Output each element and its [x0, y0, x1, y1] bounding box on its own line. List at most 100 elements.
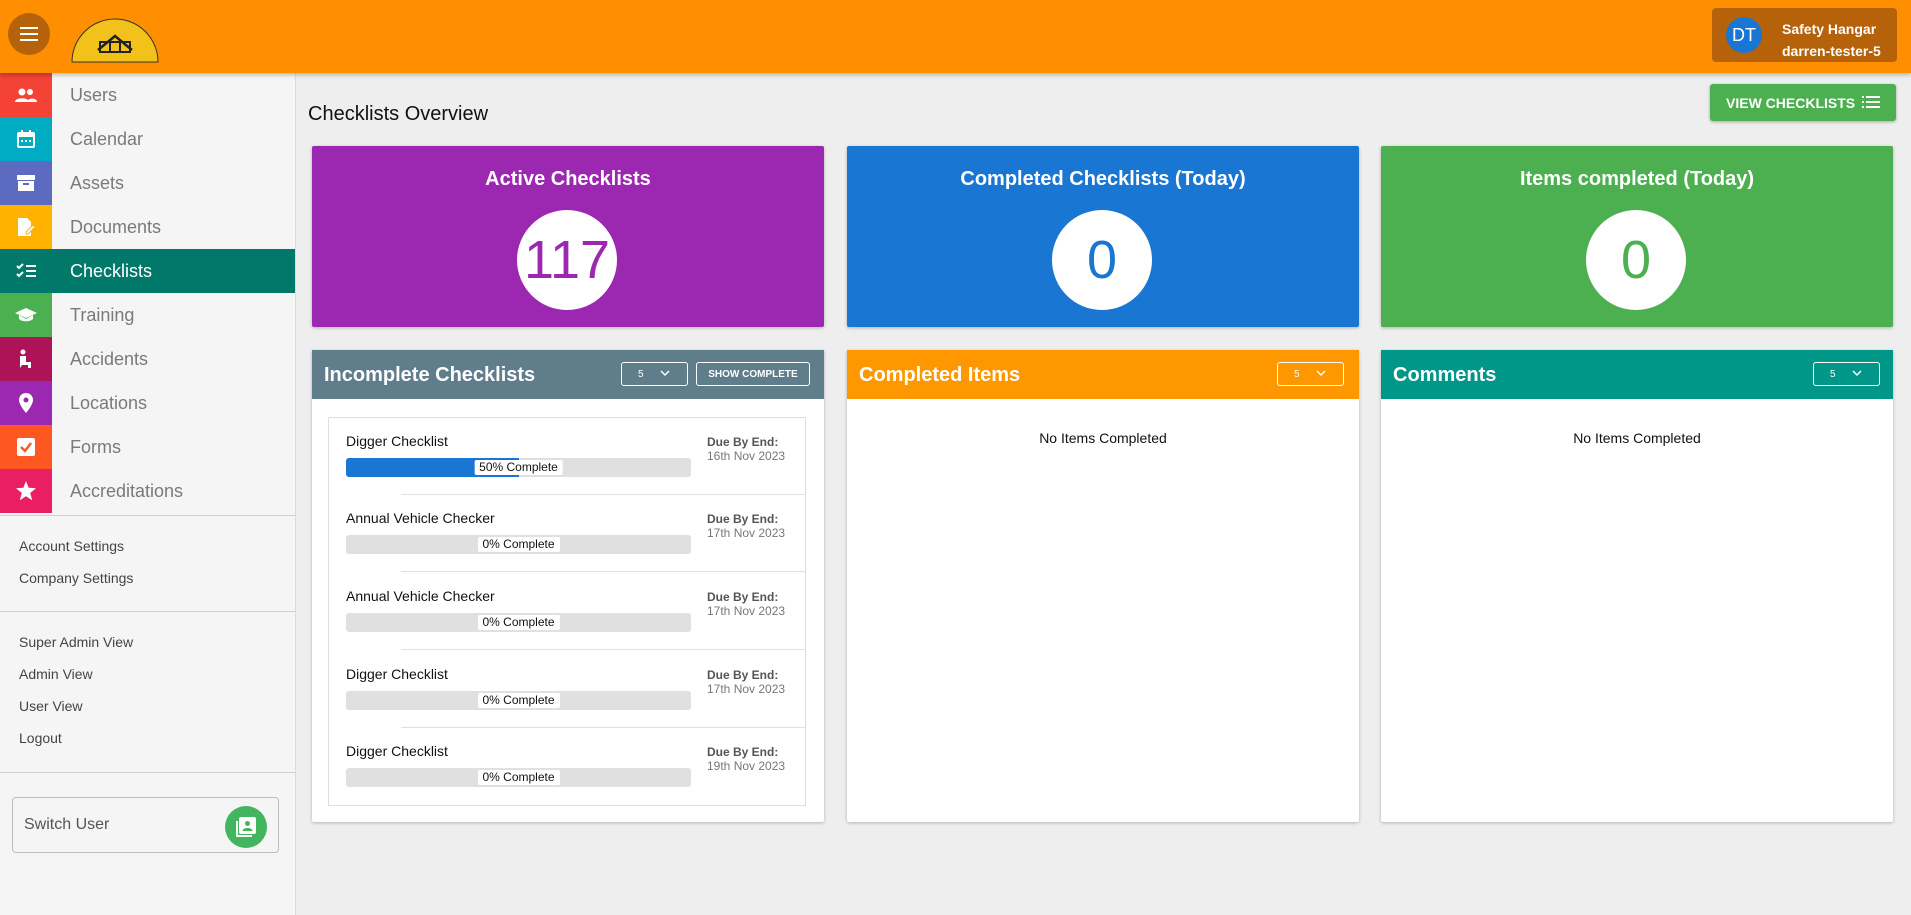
- users-icon: [0, 73, 52, 117]
- panel-header: Completed Items 5: [847, 350, 1359, 399]
- progress-label: 0% Complete: [477, 693, 560, 708]
- progress-bar: 0% Complete: [346, 768, 691, 787]
- sidebar-item-label: Calendar: [70, 128, 144, 149]
- top-app-bar: DT Safety Hangar darren-tester-5: [0, 0, 1911, 73]
- due-label: Due By End:: [707, 668, 779, 682]
- page-size-select[interactable]: 5: [1813, 362, 1880, 386]
- comments-panel: Comments 5 No Items Completed: [1381, 350, 1893, 822]
- checkbox-icon: [0, 425, 52, 469]
- super-admin-view-link[interactable]: Super Admin View: [19, 634, 133, 650]
- star-icon: [0, 469, 52, 513]
- items-completed-today-card: Items completed (Today) 0: [1381, 146, 1893, 327]
- sidebar-item-checklists[interactable]: Checklists: [0, 249, 295, 293]
- avatar: DT: [1726, 17, 1762, 53]
- archive-icon: [0, 161, 52, 205]
- progress-bar: 0% Complete: [346, 535, 691, 554]
- divider: [0, 515, 295, 516]
- sidebar-item-training[interactable]: Training: [0, 293, 295, 337]
- due-label: Due By End:: [707, 435, 779, 449]
- sidebar-item-users[interactable]: Users: [0, 73, 295, 117]
- page-size-value: 5: [1830, 369, 1836, 380]
- sidebar-item-label: Documents: [70, 216, 162, 237]
- switch-user-label: Switch User: [24, 816, 110, 833]
- location-pin-icon: [0, 381, 52, 425]
- panel-header: Comments 5: [1381, 350, 1893, 399]
- switch-user-button[interactable]: [225, 806, 267, 848]
- show-complete-button[interactable]: SHOW COMPLETE: [696, 362, 810, 386]
- company-name: Safety Hangar: [1782, 21, 1877, 37]
- user-view-link[interactable]: User View: [19, 698, 83, 714]
- panel-title: Completed Items: [859, 364, 1021, 386]
- sidebar-item-forms[interactable]: Forms: [0, 425, 295, 469]
- checklist-name: Digger Checklist: [346, 433, 448, 449]
- company-settings-link[interactable]: Company Settings: [19, 570, 133, 586]
- stat-value: 0: [1586, 210, 1686, 310]
- panel-header: Incomplete Checklists 5 SHOW COMPLETE: [312, 350, 824, 399]
- progress-label: 50% Complete: [474, 460, 563, 475]
- injured-person-icon: [0, 337, 52, 381]
- divider: [401, 571, 805, 572]
- stat-title: Completed Checklists (Today): [960, 168, 1246, 190]
- admin-view-link[interactable]: Admin View: [19, 666, 93, 682]
- progress-bar: 0% Complete: [346, 613, 691, 632]
- sidebar-item-label: Locations: [70, 392, 148, 413]
- graduation-cap-icon: [0, 293, 52, 337]
- divider: [401, 649, 805, 650]
- hamburger-icon: [20, 27, 38, 41]
- checklist-name: Annual Vehicle Checker: [346, 588, 495, 604]
- view-checklists-button[interactable]: VIEW CHECKLISTS: [1710, 84, 1896, 121]
- sidebar: Users Calendar Assets Documents Checklis…: [0, 73, 296, 915]
- due-date: 17th Nov 2023: [707, 604, 786, 618]
- account-settings-link[interactable]: Account Settings: [19, 538, 124, 554]
- progress-label: 0% Complete: [477, 537, 560, 552]
- user-menu[interactable]: DT Safety Hangar darren-tester-5: [1712, 8, 1897, 62]
- checklist-icon: [0, 249, 52, 293]
- list-item[interactable]: Digger Checklist 0% Complete Due By End:…: [329, 651, 805, 728]
- divider: [0, 611, 295, 612]
- sidebar-item-documents[interactable]: Documents: [0, 205, 295, 249]
- progress-bar: 50% Complete: [346, 458, 691, 477]
- checklist-list: Digger Checklist 50% Complete Due By End…: [328, 417, 806, 806]
- page-size-select[interactable]: 5: [1277, 362, 1344, 386]
- calendar-icon: [0, 117, 52, 161]
- sidebar-item-accreditations[interactable]: Accreditations: [0, 469, 295, 513]
- list-icon: [1862, 96, 1880, 108]
- due-date: 17th Nov 2023: [707, 682, 786, 696]
- panel-title: Comments: [1393, 364, 1497, 386]
- sidebar-item-label: Training: [70, 304, 135, 325]
- switch-user-field[interactable]: Switch User: [12, 797, 279, 853]
- page-title: Checklists Overview: [308, 103, 489, 125]
- logout-link[interactable]: Logout: [19, 730, 62, 746]
- stat-title: Active Checklists: [485, 168, 651, 190]
- sidebar-item-label: Accidents: [70, 348, 149, 369]
- due-label: Due By End:: [707, 512, 779, 526]
- list-item[interactable]: Annual Vehicle Checker 0% Complete Due B…: [329, 573, 805, 650]
- safety-hangar-logo[interactable]: [70, 6, 160, 64]
- empty-message: No Items Completed: [1039, 430, 1167, 446]
- sidebar-item-locations[interactable]: Locations: [0, 381, 295, 425]
- list-item[interactable]: Digger Checklist 50% Complete Due By End…: [329, 418, 805, 495]
- sidebar-item-label: Assets: [70, 172, 125, 193]
- sidebar-item-assets[interactable]: Assets: [0, 161, 295, 205]
- due-label: Due By End:: [707, 745, 779, 759]
- page-size-select[interactable]: 5: [621, 362, 688, 386]
- sidebar-item-accidents[interactable]: Accidents: [0, 337, 295, 381]
- sidebar-item-label: Users: [70, 84, 118, 105]
- menu-button[interactable]: [8, 13, 50, 55]
- due-label: Due By End:: [707, 590, 779, 604]
- chevron-down-icon: [1852, 370, 1862, 377]
- chevron-down-icon: [660, 370, 670, 377]
- sidebar-item-label: Accreditations: [70, 480, 184, 501]
- sidebar-item-label: Forms: [70, 436, 121, 457]
- incomplete-checklists-panel: Incomplete Checklists 5 SHOW COMPLETE Di…: [312, 350, 824, 822]
- checklist-name: Annual Vehicle Checker: [346, 510, 495, 526]
- view-checklists-label: VIEW CHECKLISTS: [1726, 94, 1856, 111]
- username: darren-tester-5: [1782, 43, 1881, 59]
- panel-title: Incomplete Checklists: [324, 364, 536, 386]
- sidebar-item-label: Checklists: [70, 260, 153, 281]
- list-item[interactable]: Digger Checklist 0% Complete Due By End:…: [329, 728, 805, 805]
- sidebar-item-calendar[interactable]: Calendar: [0, 117, 295, 161]
- stat-title: Items completed (Today): [1519, 168, 1755, 190]
- list-item[interactable]: Annual Vehicle Checker 0% Complete Due B…: [329, 495, 805, 572]
- progress-label: 0% Complete: [477, 615, 560, 630]
